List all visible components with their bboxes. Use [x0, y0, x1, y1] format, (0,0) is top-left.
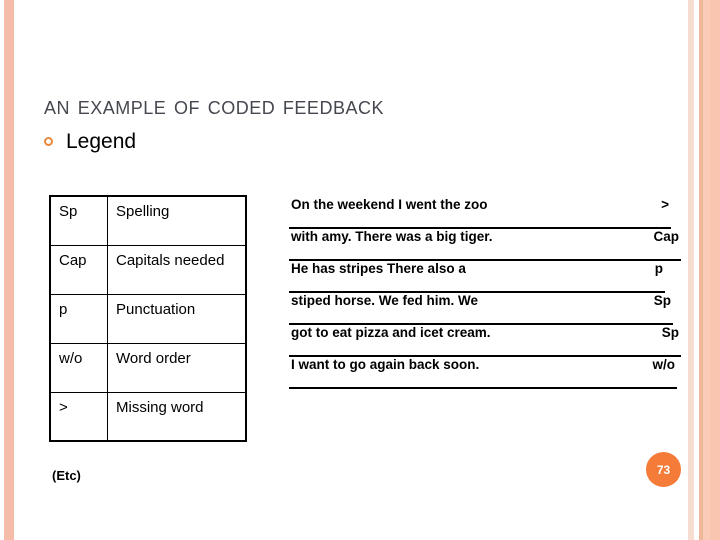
sample-correction-code: Sp: [661, 325, 679, 340]
sample-line: He has stripes There also a p: [289, 261, 665, 293]
sample-line: stiped horse. We fed him. We Sp: [289, 293, 673, 325]
legend-code-cell: w/o: [49, 342, 108, 393]
sample-line: I want to go again back soon. w/o: [289, 357, 677, 389]
right-edge-stripe-mid: [703, 0, 710, 540]
sample-correction-code: Sp: [653, 293, 671, 308]
legend-meaning-cell: Punctuation: [107, 293, 247, 344]
sample-sentence: stiped horse. We fed him. We: [291, 293, 479, 308]
sample-sentence: got to eat pizza and icet cream.: [291, 325, 491, 340]
legend-meaning-cell: Missing word: [107, 391, 247, 442]
hollow-circle-bullet-icon: [44, 137, 53, 146]
left-edge-stripe: [4, 0, 14, 540]
page-number-badge: 73: [646, 452, 681, 487]
sample-correction-code: p: [654, 261, 663, 276]
sample-sentence: I want to go again back soon.: [291, 357, 480, 372]
legend-heading-label: Legend: [66, 130, 137, 153]
sample-correction-code: >: [661, 197, 669, 212]
sample-correction-code: Cap: [653, 229, 679, 244]
table-row: w/o Word order: [49, 342, 247, 393]
legend-code-cell: Cap: [49, 244, 108, 295]
writing-sample: On the weekend I went the zoo > with amy…: [289, 197, 681, 389]
sample-line: On the weekend I went the zoo >: [289, 197, 671, 229]
right-edge-stripe-inner: [710, 0, 720, 540]
sample-line: got to eat pizza and icet cream. Sp: [289, 325, 681, 357]
sample-sentence: On the weekend I went the zoo: [291, 197, 488, 212]
legend-code-cell: >: [49, 391, 108, 442]
table-row: > Missing word: [49, 391, 247, 442]
sample-sentence: He has stripes There also a: [291, 261, 466, 276]
legend-meaning-cell: Word order: [107, 342, 247, 393]
table-row: Cap Capitals needed: [49, 244, 247, 295]
legend-heading-row: Legend: [44, 131, 136, 152]
legend-code-cell: Sp: [49, 195, 108, 246]
sample-line: with amy. There was a big tiger. Cap: [289, 229, 681, 261]
legend-code-cell: p: [49, 293, 108, 344]
page-title: An example of Coded Feedback: [44, 90, 384, 121]
legend-meaning-cell: Capitals needed: [107, 244, 247, 295]
legend-meaning-cell: Spelling: [107, 195, 247, 246]
sample-sentence: with amy. There was a big tiger.: [291, 229, 493, 244]
right-edge-stripe-outer: [688, 0, 694, 540]
table-row: Sp Spelling: [49, 195, 247, 246]
legend-table: Sp Spelling Cap Capitals needed p Punctu…: [49, 195, 247, 442]
legend-footnote: (Etc): [52, 468, 81, 483]
sample-correction-code: w/o: [652, 357, 676, 372]
table-row: p Punctuation: [49, 293, 247, 344]
